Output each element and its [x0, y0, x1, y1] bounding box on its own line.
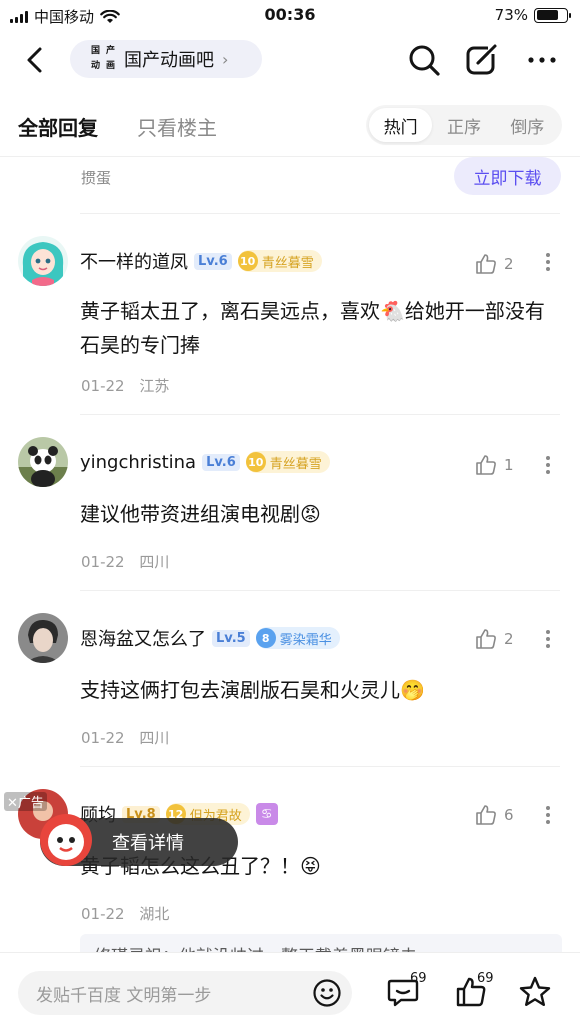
like-count: 2 [504, 630, 514, 648]
comment-meta: 01-22 湖北 [81, 903, 169, 924]
user-row: yingchristina Lv.6 10 青丝暮雪 [80, 451, 330, 473]
like-button[interactable]: 1 [474, 453, 514, 477]
comment-text: 黄子韬太丑了，离石昊远点，喜欢🐔给她开一部没有石昊的专门捧 [80, 299, 545, 357]
reply-input-placeholder: 发贴千百度 文明第一步 [36, 985, 212, 1006]
thumbs-up-icon [476, 254, 496, 274]
edit-post-icon[interactable] [464, 42, 500, 78]
avatar[interactable] [18, 613, 68, 663]
forum-name: 国产动画吧 [124, 50, 214, 71]
fan-badge-name: 青丝暮雪 [269, 456, 322, 472]
fan-badge: 8 雾染霜华 [255, 627, 340, 649]
more-options-icon[interactable] [538, 250, 558, 274]
comment-meta: 01-22 四川 [81, 727, 169, 748]
fan-badge-name: 雾染霜华 [279, 632, 332, 648]
comment-location: 四川 [139, 553, 170, 571]
mascot-icon [40, 814, 92, 866]
comment-date: 01-22 [81, 729, 125, 747]
emoji-icon[interactable] [312, 978, 342, 1008]
sort-descending[interactable]: 倒序 [496, 108, 559, 142]
avatar[interactable] [18, 437, 68, 487]
comment-location: 湖北 [139, 905, 170, 923]
username[interactable]: 不一样的道凤 [80, 248, 188, 274]
comment-text: 建议他带资进组演电视剧😡 [80, 502, 321, 526]
comment-meta: 01-22 四川 [81, 551, 169, 572]
fan-badge-level: 10 [245, 452, 266, 472]
nav-bar: 国产 动画 国产动画吧 › [0, 36, 580, 84]
more-options-icon[interactable] [538, 627, 558, 651]
avatar[interactable] [18, 236, 68, 286]
search-icon[interactable] [406, 42, 442, 78]
sort-segmented-control: 热门 正序 倒序 [366, 105, 562, 145]
comment-item: 不一样的道凤 Lv.6 10 青丝暮雪 2 黄子韬太丑了，离石昊远点，喜欢🐔给她… [0, 214, 580, 414]
fan-badge-name: 青丝暮雪 [261, 255, 314, 271]
user-row: 不一样的道凤 Lv.6 10 青丝暮雪 [80, 248, 322, 274]
ad-label[interactable]: ✕广告 [4, 792, 47, 811]
status-bar: 中国移动 00:36 73% [0, 0, 580, 32]
user-row: 恩海盆又怎么了 Lv.5 8 雾染霜华 [80, 625, 340, 651]
level-badge: Lv.6 [194, 252, 232, 270]
status-right: 73% [494, 6, 571, 24]
username[interactable]: yingchristina [80, 452, 196, 473]
comment-date: 01-22 [81, 377, 125, 395]
comment-count: 69 [410, 971, 427, 986]
cancer-zodiac-icon: ♋ [255, 803, 278, 825]
like-button[interactable]: 2 [474, 627, 514, 651]
level-badge: Lv.6 [202, 453, 240, 471]
star-favorite-icon[interactable] [518, 975, 552, 1009]
battery-icon [534, 7, 571, 23]
back-arrow-icon[interactable] [20, 44, 52, 76]
thumbs-up-icon [476, 629, 496, 649]
comment-item: yingchristina Lv.6 10 青丝暮雪 1 建议他带资进组演电视剧… [0, 415, 580, 590]
forum-entry-button[interactable]: 国产 动画 国产动画吧 › [70, 40, 262, 78]
status-time: 00:36 [264, 5, 316, 24]
like-count: 6 [504, 806, 514, 824]
thumbs-up-icon [476, 805, 496, 825]
fan-badge-level: 8 [255, 628, 276, 648]
download-button[interactable]: 立即下载 [454, 157, 561, 195]
like-button[interactable]: 6 [474, 803, 514, 827]
comment-date: 01-22 [81, 553, 125, 571]
ad-strip: 掼蛋 立即下载 [0, 157, 580, 213]
tab-op-only[interactable]: 只看楼主 [137, 112, 217, 141]
comment-location: 四川 [139, 729, 170, 747]
fan-badge-level: 10 [237, 251, 258, 271]
username[interactable]: 恩海盆又怎么了 [80, 625, 206, 651]
like-button[interactable]: 2 [474, 252, 514, 276]
like-count: 2 [504, 255, 514, 273]
like-count: 1 [504, 456, 514, 474]
more-menu-icon[interactable] [524, 42, 560, 78]
tab-all-replies[interactable]: 全部回复 [18, 112, 98, 141]
sort-hot[interactable]: 热门 [369, 108, 433, 142]
fan-badge: 10 青丝暮雪 [237, 250, 322, 272]
forum-logo-icon: 国产 动画 [90, 46, 115, 71]
more-options-icon[interactable] [538, 453, 558, 477]
more-options-icon[interactable] [538, 803, 558, 827]
reply-tabs: 全部回复 只看楼主 热门 正序 倒序 [0, 102, 580, 150]
reply-input[interactable]: 发贴千百度 文明第一步 [18, 971, 352, 1015]
comment-date: 01-22 [81, 905, 125, 923]
comment-meta: 01-22 江苏 [81, 375, 169, 396]
comment-text: 支持这俩打包去演剧版石昊和火灵儿🤭 [80, 678, 425, 702]
like-total-count: 69 [477, 971, 494, 986]
bottom-bar: 发贴千百度 文明第一步 69 69 [0, 952, 580, 1031]
sort-ascending[interactable]: 正序 [432, 108, 495, 142]
fan-badge: 10 青丝暮雪 [245, 451, 330, 473]
battery-percent: 73% [494, 6, 528, 24]
floating-ad: ✕广告 查看详情 [0, 788, 240, 870]
level-badge: Lv.5 [212, 629, 250, 647]
comment-item: 恩海盆又怎么了 Lv.5 8 雾染霜华 2 支持这俩打包去演剧版石昊和火灵儿🤭 … [0, 591, 580, 766]
chevron-right-icon: › [222, 49, 229, 69]
thumbs-up-icon [476, 455, 496, 475]
comment-location: 江苏 [139, 377, 170, 395]
ad-source: 掼蛋 [81, 169, 112, 187]
